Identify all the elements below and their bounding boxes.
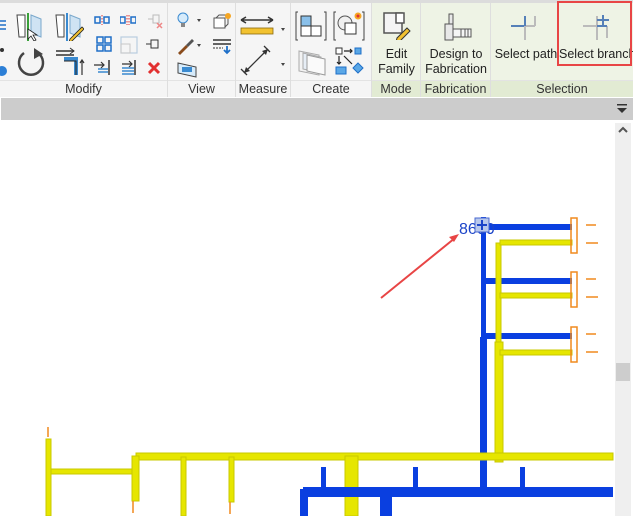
edit-family-label-2: Family (378, 62, 415, 76)
select-path-label: Select path (494, 47, 558, 61)
design-to-fabrication-label-1: Design to (429, 47, 483, 61)
panel-label-view: View (168, 80, 235, 97)
panel-label-fabrication: Fabrication (421, 80, 490, 97)
section-box-icon[interactable] (176, 59, 200, 79)
pipe-drawing (45, 217, 614, 516)
return-pipe-main (45, 438, 614, 516)
select-path-icon (511, 16, 536, 40)
panel-label-measure: Measure (236, 80, 290, 97)
delete-icon[interactable] (147, 61, 161, 75)
panel-label-selection: Selection (491, 80, 633, 97)
drawing-canvas[interactable]: 8600 (0, 121, 633, 516)
mirror-pick-axis-icon[interactable] (15, 11, 45, 41)
dropdown-menu-icon[interactable] (617, 104, 627, 114)
override-graphics-icon[interactable] (212, 12, 232, 30)
create-assembly-icon[interactable] (335, 47, 367, 77)
pin-icon[interactable] (146, 38, 160, 50)
linework-icon[interactable] (176, 37, 202, 55)
select-branch-highlight (557, 1, 632, 66)
design-to-fabrication-label-2: Fabrication (425, 62, 487, 76)
scrollbar-thumb[interactable] (616, 363, 630, 381)
create-group-icon[interactable] (295, 11, 327, 41)
move-icon[interactable] (0, 45, 10, 79)
ribbon: Modify View Measure Create Edit Family M… (0, 0, 633, 97)
panel-measure: Measure (236, 3, 291, 97)
panel-fabrication: Design to Fabrication Fabrication (421, 3, 491, 97)
panel-modify: Modify (0, 3, 168, 97)
select-path-button[interactable]: Select path (493, 6, 559, 80)
edit-family-label-1: Edit (385, 47, 408, 61)
panel-mode: Edit Family Mode (372, 3, 421, 97)
align-icon[interactable] (0, 19, 8, 33)
design-to-fabrication-icon (444, 13, 472, 41)
measure-between-icon[interactable] (240, 45, 290, 77)
trim-multiple-icon[interactable] (120, 59, 138, 75)
panel-view: View (168, 3, 236, 97)
hide-in-view-icon[interactable] (176, 12, 202, 30)
edit-family-button[interactable]: Edit Family (372, 6, 421, 80)
chevron-up-icon[interactable] (615, 123, 631, 137)
trim-single-icon[interactable] (94, 59, 112, 75)
scale-icon[interactable] (120, 36, 138, 54)
cut-profile-icon[interactable] (212, 37, 232, 55)
split-with-gap-icon[interactable] (120, 15, 136, 25)
annotation-arrow (380, 234, 459, 299)
split-icon[interactable] (94, 15, 110, 25)
panel-label-create: Create (291, 80, 371, 97)
array-icon[interactable] (96, 36, 112, 52)
return-pipe-riser (494, 239, 573, 463)
aligned-dimension-icon[interactable] (240, 15, 290, 37)
create-parts-icon[interactable] (295, 47, 327, 77)
properties-bar (0, 98, 633, 120)
fixtures (570, 217, 598, 363)
trim-extend-corner-icon[interactable] (54, 45, 86, 77)
panel-create: Create (291, 3, 372, 97)
panel-label-modify: Modify (0, 80, 167, 97)
edit-family-icon (383, 12, 411, 40)
create-similar-icon[interactable] (333, 11, 365, 41)
move-grip-icon[interactable] (474, 217, 490, 233)
design-to-fabrication-button[interactable]: Design to Fabrication (421, 6, 491, 80)
rotate-icon[interactable] (14, 47, 48, 79)
vertical-scrollbar[interactable] (615, 123, 631, 516)
mirror-draw-axis-icon[interactable] (54, 11, 84, 41)
unpin-icon[interactable] (146, 11, 164, 29)
panel-label-mode: Mode (372, 80, 420, 97)
